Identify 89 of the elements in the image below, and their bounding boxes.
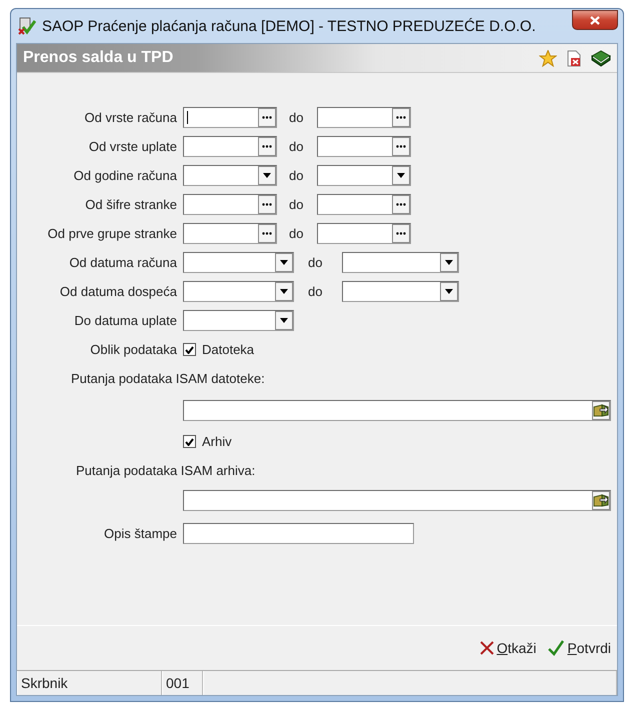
confirm-button[interactable]: Potvrdi [548, 640, 611, 656]
browse-button[interactable] [258, 195, 276, 214]
dropdown-button[interactable] [258, 166, 276, 185]
field-label: Od prve grupe stranke [46, 226, 177, 241]
dropdown-field[interactable] [317, 165, 412, 186]
field-label: Od vrste računa [84, 110, 177, 125]
window-title: SAOP Praćenje plaćanja računa [DEMO] - TESTNO PREDUZEĆE D.O.O. [42, 18, 537, 34]
section-label: Putanja podataka ISAM datoteke: [71, 371, 265, 386]
panel-title: Prenos salda u TPD [23, 49, 174, 67]
field-label: Od godine računa [72, 168, 177, 183]
dropdown-field[interactable] [342, 281, 460, 302]
path-field[interactable] [183, 490, 611, 510]
input-field[interactable] [183, 522, 414, 544]
ellipsis-icon [396, 116, 406, 119]
document-delete-icon[interactable] [567, 50, 581, 66]
checkbox-label: Arhiv [202, 434, 232, 449]
dropdown-arrow-icon [280, 318, 288, 323]
lookup-field[interactable] [183, 223, 277, 244]
lookup-field[interactable] [317, 194, 412, 215]
lookup-field[interactable] [183, 107, 277, 128]
status-text: 001 [162, 671, 203, 695]
dropdown-arrow-icon [280, 260, 288, 265]
browse-button[interactable] [392, 108, 410, 127]
lookup-field[interactable] [317, 107, 412, 128]
ellipsis-icon [262, 116, 272, 119]
browse-button[interactable] [258, 224, 276, 243]
ellipsis-icon [396, 232, 406, 235]
dropdown-arrow-icon [397, 173, 406, 178]
browse-button[interactable] [392, 195, 410, 214]
browse-button[interactable] [592, 490, 610, 510]
checkbox[interactable] [183, 343, 196, 356]
lookup-field[interactable] [317, 136, 412, 157]
ellipsis-icon [396, 203, 406, 206]
app-icon [18, 17, 36, 35]
star-icon[interactable] [539, 50, 557, 66]
dropdown-arrow-icon [280, 289, 288, 294]
folder-arrow-icon [593, 493, 609, 507]
field-label: do [289, 226, 304, 241]
checkbox-label: Datoteka [202, 342, 254, 357]
field-label: do [308, 284, 322, 299]
dropdown-field[interactable] [183, 281, 294, 302]
browse-button[interactable] [258, 137, 276, 156]
dropdown-button[interactable] [392, 166, 410, 185]
lookup-field[interactable] [317, 223, 412, 244]
field-label: Od datuma dospeća [58, 284, 177, 299]
close-icon [480, 641, 494, 655]
status-text: Skrbnik [17, 671, 162, 695]
dropdown-field[interactable] [342, 252, 460, 273]
field-label: Od šifre stranke [84, 197, 177, 212]
dropdown-button[interactable] [275, 311, 293, 330]
field-label: Do datuma uplate [73, 313, 177, 328]
close-icon [590, 16, 600, 24]
dropdown-field[interactable] [183, 252, 294, 273]
cancel-button[interactable]: Otkaži [480, 640, 536, 656]
field-label: do [289, 139, 304, 154]
lookup-field[interactable] [183, 136, 277, 157]
dropdown-arrow-icon [263, 173, 271, 178]
browse-button[interactable] [392, 137, 410, 156]
field-label: Od vrste uplate [88, 139, 177, 154]
dropdown-arrow-icon [445, 289, 454, 294]
dropdown-button[interactable] [440, 282, 458, 301]
lookup-field[interactable] [183, 194, 277, 215]
ellipsis-icon [262, 203, 272, 206]
field-label: Oblik podataka [89, 342, 177, 357]
field-label: Opis štampe [103, 526, 177, 540]
field-label: Od datuma računa [68, 255, 177, 270]
path-field[interactable] [183, 400, 611, 420]
field-label: do [289, 168, 304, 183]
field-label: do [289, 110, 304, 125]
checkbox[interactable] [183, 435, 196, 448]
section-label: Putanja podataka ISAM arhiva: [76, 463, 256, 478]
dropdown-field[interactable] [183, 310, 294, 331]
browse-button[interactable] [392, 224, 410, 243]
dropdown-field[interactable] [183, 165, 277, 186]
ellipsis-icon [262, 145, 272, 148]
ellipsis-icon [262, 232, 272, 235]
dropdown-button[interactable] [275, 282, 293, 301]
dropdown-button[interactable] [440, 253, 458, 272]
dropdown-arrow-icon [445, 260, 454, 265]
browse-button[interactable] [258, 108, 276, 127]
field-label: do [308, 255, 322, 270]
dropdown-button[interactable] [275, 253, 293, 272]
checkmark-icon [548, 640, 564, 656]
folder-arrow-icon [593, 403, 609, 417]
browse-button[interactable] [592, 400, 610, 420]
ellipsis-icon [396, 145, 406, 148]
book-icon[interactable] [591, 50, 611, 66]
close-button[interactable] [572, 10, 618, 30]
field-label: do [289, 197, 304, 212]
